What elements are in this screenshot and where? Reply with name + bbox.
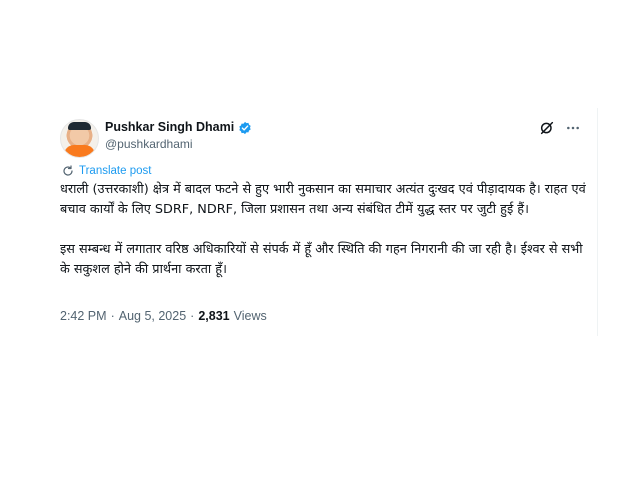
avatar-cap [68,122,91,130]
verified-badge-icon[interactable] [238,120,252,135]
timeline-divider [597,108,598,336]
grok-icon[interactable] [539,120,555,136]
translate-post-link[interactable]: Translate post [62,165,151,177]
translate-icon [62,165,74,177]
post-paragraph-1: धराली (उत्तरकाशी) क्षेत्र में बादल फटने … [60,182,586,217]
post-meta: 2:42 PM · Aug 5, 2025 · 2,831 Views [60,309,267,323]
post-time[interactable]: 2:42 PM [60,309,107,323]
post-date[interactable]: Aug 5, 2025 [119,309,186,323]
post-text: धराली (उत्तरकाशी) क्षेत्र में बादल फटने … [60,180,592,280]
author-handle[interactable]: @pushkardhami [105,137,193,151]
more-icon[interactable] [565,120,581,136]
avatar[interactable] [60,119,99,158]
translate-post-label[interactable]: Translate post [79,165,151,177]
author-name-row: Pushkar Singh Dhami [105,120,252,135]
views-label: Views [233,309,267,323]
post-paragraph-2: इस सम्बन्ध में लगातार वरिष्ठ अधिकारियों … [60,242,583,277]
avatar-shirt [64,145,95,157]
meta-separator: · [110,309,115,323]
meta-separator-2: · [190,309,195,323]
views-count: 2,831 [198,309,230,323]
post-card[interactable]: Pushkar Singh Dhami @pushkardhami Transl… [48,108,598,336]
author-display-name[interactable]: Pushkar Singh Dhami [105,120,234,134]
